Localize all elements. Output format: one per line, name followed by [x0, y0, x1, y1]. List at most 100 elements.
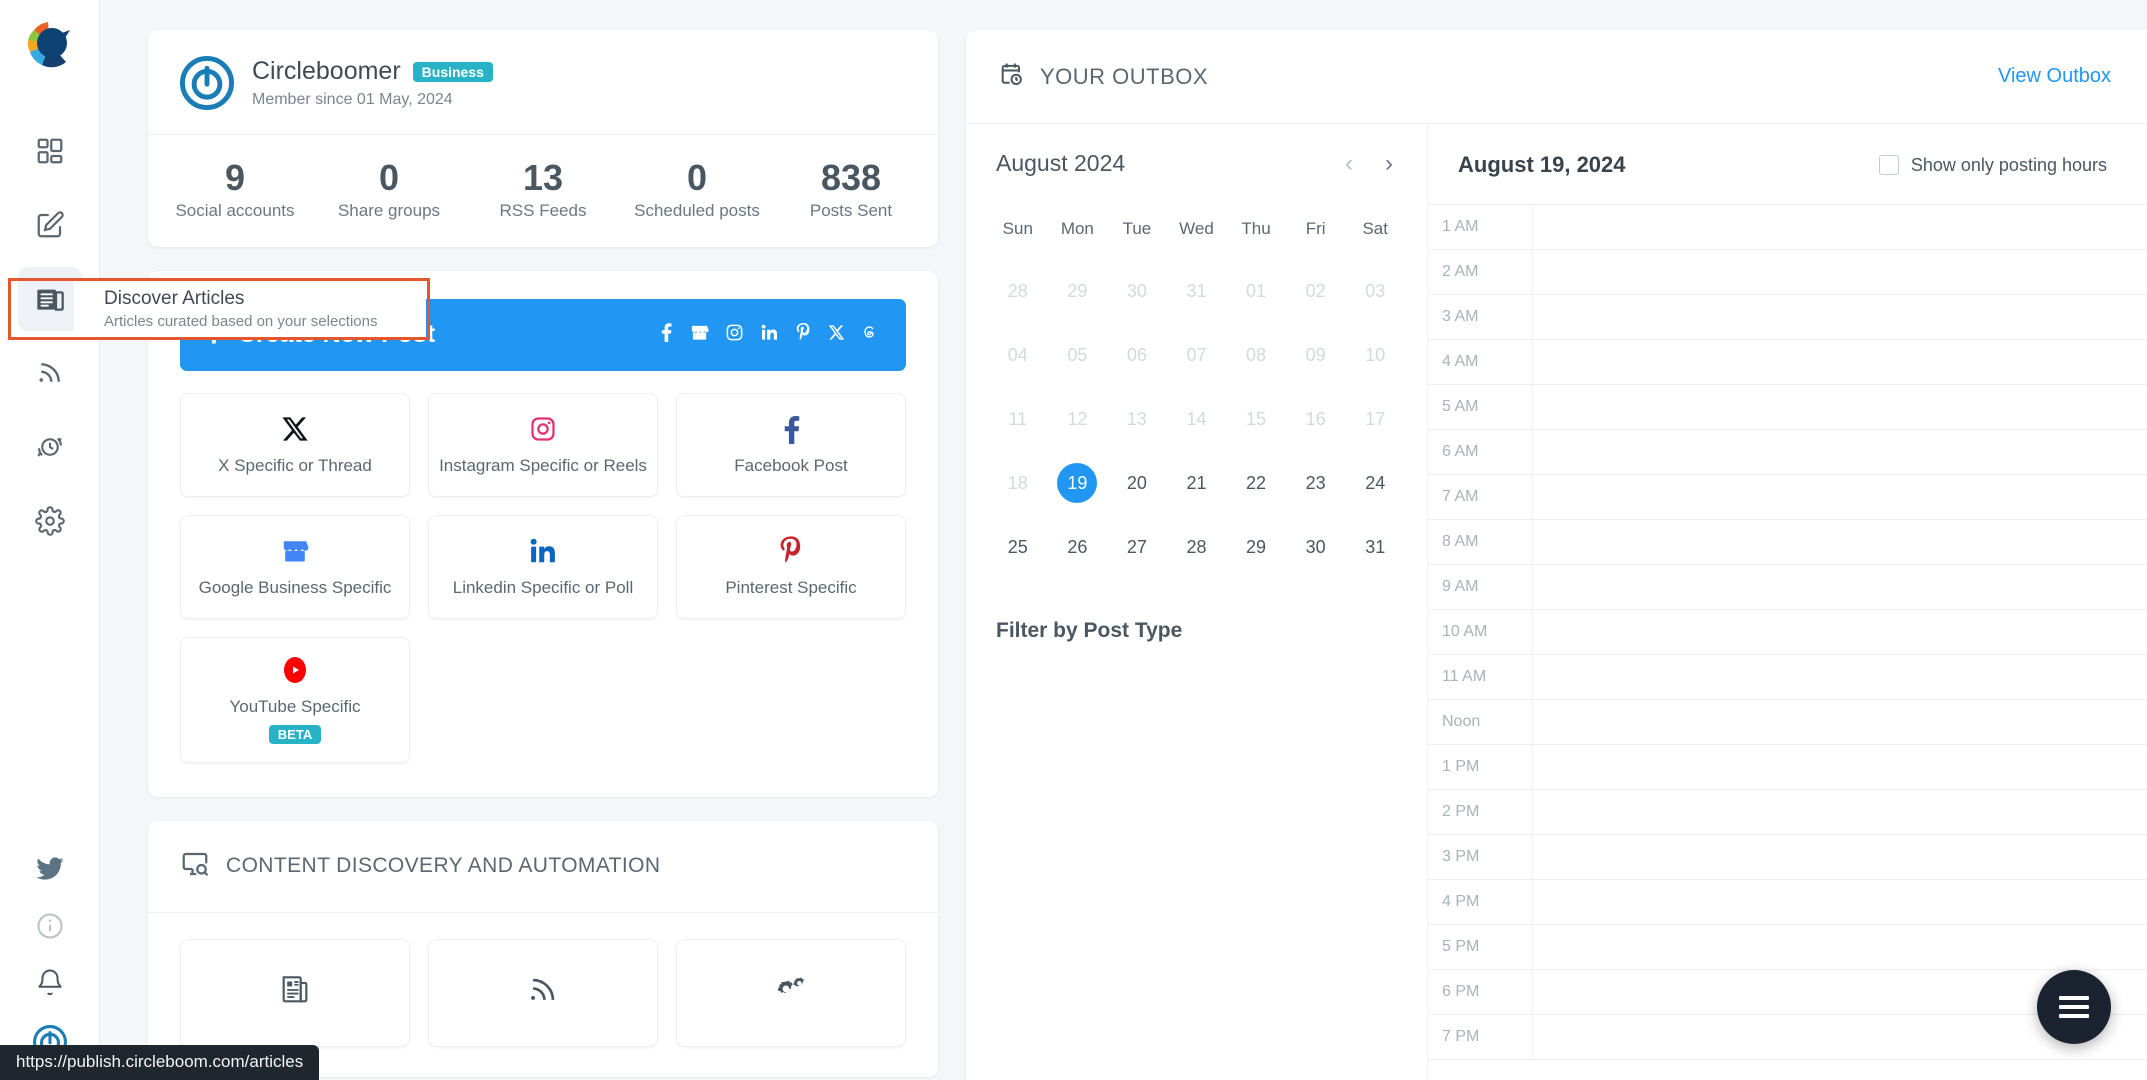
tile-linkedin-specific[interactable]: Linkedin Specific or Poll — [428, 514, 658, 619]
day-date-label: August 19, 2024 — [1458, 152, 1626, 177]
calendar-day[interactable]: 20 — [1107, 453, 1167, 513]
calendar-day[interactable]: 31 — [1345, 517, 1405, 577]
hour-slot[interactable] — [1533, 340, 2147, 384]
calendar-day[interactable]: 28 — [1167, 517, 1227, 577]
calendar-day[interactable]: 06 — [1107, 325, 1167, 385]
hamburger-menu-icon[interactable] — [2037, 970, 2111, 1044]
hour-slot[interactable] — [1533, 700, 2147, 744]
hour-slot[interactable] — [1533, 790, 2147, 834]
calendar-day[interactable]: 12 — [1048, 389, 1108, 449]
google-business-icon — [690, 323, 709, 347]
hour-label: 2 AM — [1428, 250, 1533, 294]
sidebar-item-compose[interactable] — [18, 193, 82, 257]
show-posting-hours-toggle[interactable]: Show only posting hours — [1878, 154, 2107, 176]
chevron-left-icon[interactable]: ‹ — [1345, 151, 1353, 176]
hour-slot[interactable] — [1533, 295, 2147, 339]
hour-slot[interactable] — [1533, 610, 2147, 654]
calendar-day[interactable]: 02 — [1286, 261, 1346, 321]
calendar-day[interactable]: 16 — [1286, 389, 1346, 449]
calendar-day[interactable]: 03 — [1345, 261, 1405, 321]
calendar-day[interactable]: 28 — [988, 261, 1048, 321]
calendar-day[interactable]: 26 — [1048, 517, 1108, 577]
calendar-day[interactable]: 24 — [1345, 453, 1405, 513]
calendar-day[interactable]: 30 — [1286, 517, 1346, 577]
hour-slot[interactable] — [1533, 430, 2147, 474]
hour-slot[interactable] — [1533, 205, 2147, 249]
calendar-day[interactable]: 01 — [1226, 261, 1286, 321]
calendar-day[interactable]: 22 — [1226, 453, 1286, 513]
cd-tile-rss[interactable] — [428, 938, 658, 1047]
dow-label: Wed — [1179, 219, 1214, 238]
calendar-day[interactable]: 15 — [1226, 389, 1286, 449]
hour-slot[interactable] — [1533, 565, 2147, 609]
calendar-day[interactable]: 08 — [1226, 325, 1286, 385]
cd-tile-articles[interactable] — [180, 938, 410, 1047]
view-outbox-link[interactable]: View Outbox — [1998, 65, 2111, 88]
x-twitter-icon — [828, 324, 845, 346]
calendar-day[interactable]: 04 — [988, 325, 1048, 385]
tile-instagram-specific[interactable]: Instagram Specific or Reels — [428, 392, 658, 497]
hour-slot[interactable] — [1533, 475, 2147, 519]
cd-tile-automation[interactable] — [676, 938, 906, 1047]
calendar-day[interactable]: 27 — [1107, 517, 1167, 577]
tile-x-specific[interactable]: X Specific or Thread — [180, 392, 410, 497]
calendar-day[interactable]: 13 — [1107, 389, 1167, 449]
calendar-day-selected[interactable]: 19 — [1048, 453, 1108, 513]
twitter-bird-icon[interactable] — [35, 854, 65, 889]
hour-slot[interactable] — [1533, 385, 2147, 429]
calendar-day[interactable]: 14 — [1167, 389, 1227, 449]
calendar-day[interactable]: 11 — [988, 389, 1048, 449]
calendar-day[interactable]: 21 — [1167, 453, 1227, 513]
sidebar-item-queue[interactable] — [18, 415, 82, 479]
hour-row: 5 AM — [1428, 385, 2147, 430]
calendar-day[interactable]: 09 — [1286, 325, 1346, 385]
sidebar-item-settings[interactable] — [18, 489, 82, 553]
beta-badge: BETA — [268, 725, 322, 745]
hour-row: 6 AM — [1428, 430, 2147, 475]
stat-value: 838 — [820, 157, 882, 198]
hour-slot[interactable] — [1533, 655, 2147, 699]
calendar-day[interactable]: 29 — [1226, 517, 1286, 577]
hour-slot[interactable] — [1533, 745, 2147, 789]
pinterest-icon — [779, 536, 803, 566]
tile-facebook-post[interactable]: Facebook Post — [676, 392, 906, 497]
checkbox-label: Show only posting hours — [1910, 154, 2107, 175]
calendar-day[interactable]: 25 — [988, 517, 1048, 577]
chevron-right-icon[interactable]: › — [1385, 151, 1393, 176]
calendar-day[interactable]: 23 — [1286, 453, 1346, 513]
calendar-day[interactable]: 31 — [1167, 261, 1227, 321]
stat-item: 13 RSS Feeds — [466, 159, 620, 221]
circleboom-logo-icon[interactable] — [22, 16, 78, 77]
sidebar-item-articles[interactable] — [17, 267, 82, 331]
bell-icon[interactable] — [35, 968, 65, 1003]
sidebar-item-rss[interactable] — [18, 341, 82, 405]
tile-pinterest-specific[interactable]: Pinterest Specific — [676, 514, 906, 619]
info-circle-icon[interactable] — [35, 911, 65, 946]
checkbox[interactable] — [1878, 155, 1899, 175]
tile-youtube-specific[interactable]: YouTube Specific BETA — [180, 636, 410, 763]
status-bar-url: https://publish.circleboom.com/articles — [0, 1045, 320, 1080]
instagram-icon — [529, 414, 557, 444]
calendar-day[interactable]: 30 — [1107, 261, 1167, 321]
hour-slot[interactable] — [1533, 880, 2147, 924]
instagram-icon — [725, 323, 744, 347]
network-icon-strip — [658, 322, 878, 347]
page-title: Circleboomer — [252, 57, 401, 85]
sidebar-item-dashboard[interactable] — [18, 119, 82, 183]
stat-label: RSS Feeds — [499, 200, 587, 220]
youtube-icon — [280, 655, 310, 685]
calendar-day[interactable]: 05 — [1048, 325, 1108, 385]
hour-slot[interactable] — [1533, 925, 2147, 969]
calendar-day[interactable]: 29 — [1048, 261, 1108, 321]
stat-item: 0 Scheduled posts — [620, 159, 774, 221]
profile-header: Circleboomer Business Member since 01 Ma… — [148, 30, 938, 134]
calendar-day[interactable]: 10 — [1345, 325, 1405, 385]
calendar-day[interactable]: 18 — [988, 453, 1048, 513]
calendar-day[interactable]: 17 — [1345, 389, 1405, 449]
calendar-day[interactable]: 07 — [1167, 325, 1227, 385]
hour-slot[interactable] — [1533, 250, 2147, 294]
hour-slot[interactable] — [1533, 520, 2147, 564]
tile-google-business-specific[interactable]: Google Business Specific — [180, 514, 410, 619]
hour-slot[interactable] — [1533, 835, 2147, 879]
hour-label: 1 AM — [1428, 205, 1533, 249]
